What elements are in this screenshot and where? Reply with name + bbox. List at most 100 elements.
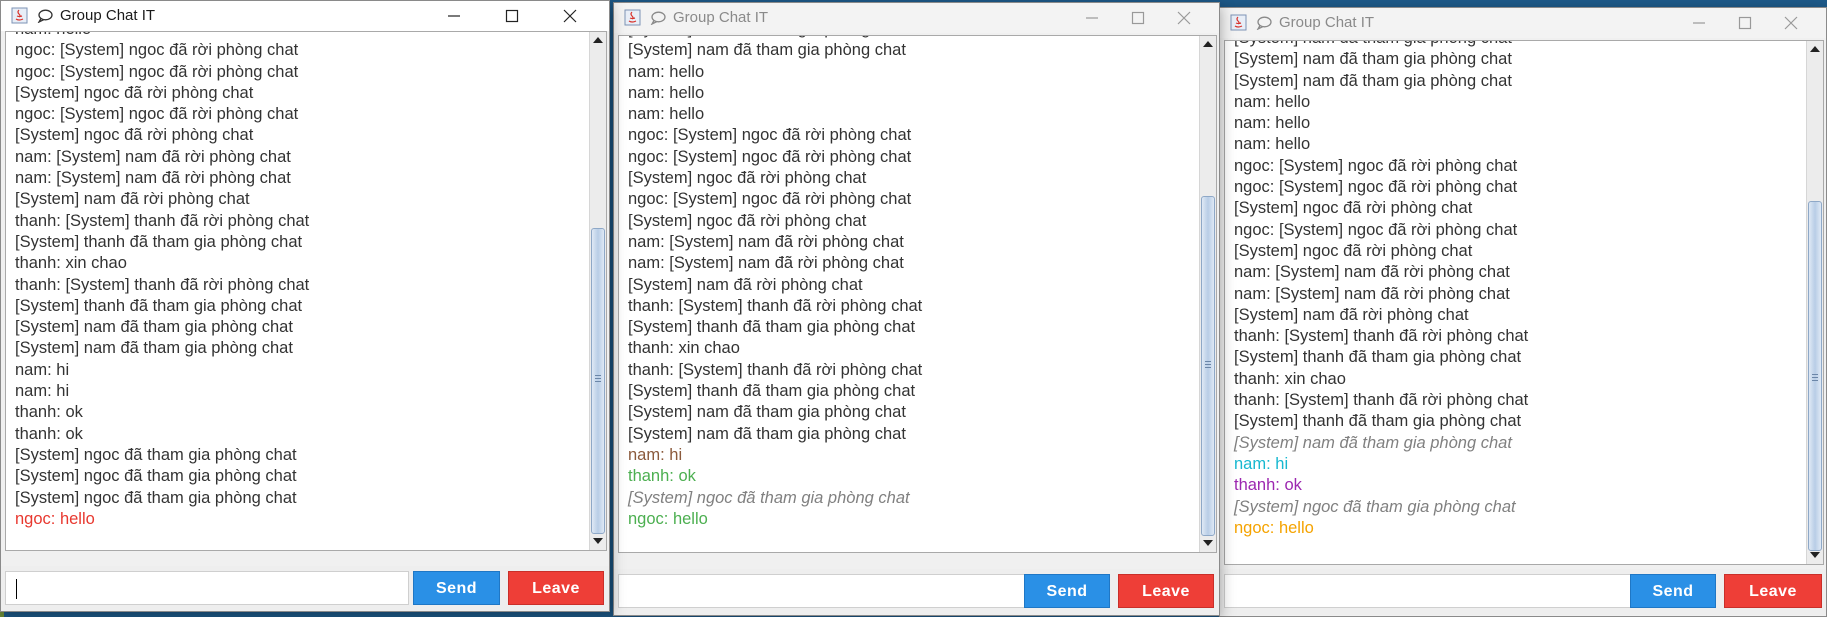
chat-message: nam: hello: [628, 62, 705, 81]
chat-message: ngoc: [System] ngoc đã rời phòng chat: [1234, 220, 1518, 239]
speech-bubble-icon: [37, 9, 53, 23]
input-bar: Send Leave: [1, 566, 609, 611]
vertical-scrollbar[interactable]: [589, 32, 606, 550]
vertical-scrollbar[interactable]: [1806, 41, 1823, 564]
chat-message: thanh: ok: [1234, 476, 1302, 495]
chat-history[interactable]: [System] nam đã tham gia phòng chat [Syst…: [1224, 40, 1824, 565]
chat-message: [System] ngoc đã rời phòng chat: [1234, 241, 1473, 260]
maximize-button[interactable]: [1722, 8, 1768, 38]
chat-history[interactable]: [System] nam đã tham gia phòng chat[Syst…: [618, 35, 1217, 553]
chat-message: ngoc: [System] ngoc đã rời phòng chat: [15, 62, 299, 81]
chat-message: [System] nam đã tham gia phòng chat: [1234, 50, 1512, 69]
title-bar[interactable]: Group Chat IT: [1220, 8, 1826, 38]
chat-message: thanh: [System] thanh đã rời phòng chat: [15, 211, 310, 230]
window-title: Group Chat IT: [1279, 14, 1375, 31]
send-button[interactable]: Send: [1024, 574, 1110, 608]
chat-history[interactable]: nam: hellongoc: [System] ngoc đã rời phò…: [5, 31, 607, 551]
text-caret: [16, 579, 17, 599]
close-icon: [1784, 16, 1798, 30]
window-title: Group Chat IT: [60, 7, 156, 24]
chat-message: nam: [System] nam đã rời phòng chat: [1234, 284, 1510, 303]
minimize-button[interactable]: [1069, 3, 1115, 33]
chat-message: thanh: xin chao: [15, 254, 127, 273]
chat-message: [System] ngoc đã rời phòng chat: [628, 211, 867, 230]
window-title: Group Chat IT: [673, 9, 769, 26]
close-icon: [1177, 11, 1191, 25]
chat-message: [System] ngoc đã rời phòng chat: [15, 126, 254, 145]
minimize-button[interactable]: [1676, 8, 1722, 38]
vertical-scrollbar[interactable]: [1199, 36, 1216, 552]
input-bar: Send Leave: [614, 569, 1219, 615]
chat-message: thanh: [System] thanh đã rời phòng chat: [628, 360, 923, 379]
arrow-up-icon: [593, 37, 603, 43]
arrow-down-icon: [1203, 540, 1213, 546]
close-button[interactable]: [1161, 3, 1207, 33]
chat-message: ngoc: [System] ngoc đã rời phòng chat: [1234, 178, 1518, 197]
chat-message: nam: [System] nam đã rời phòng chat: [15, 169, 291, 188]
scroll-thumb[interactable]: [1201, 196, 1215, 536]
scroll-down-button[interactable]: [1807, 548, 1823, 564]
java-app-icon: [1230, 14, 1247, 31]
chat-message: thanh: ok: [15, 403, 83, 422]
minimize-button[interactable]: [431, 1, 477, 31]
send-button[interactable]: Send: [413, 571, 500, 605]
message-input[interactable]: [5, 571, 409, 605]
chat-message: nam: hello: [15, 32, 309, 40]
chat-message: [System] ngoc đã rời phòng chat: [628, 169, 867, 188]
chat-message: [System] nam đã rời phòng chat: [15, 190, 250, 209]
maximize-button[interactable]: [489, 1, 535, 31]
leave-button[interactable]: Leave: [1118, 574, 1214, 608]
chat-message: [System] ngoc đã rời phòng chat: [1234, 199, 1473, 218]
chat-message: thanh: [System] thanh đã rời phòng chat: [15, 275, 310, 294]
chat-message: nam: hi: [1234, 454, 1289, 473]
chat-message: [System] nam đã tham gia phòng chat: [1234, 71, 1512, 90]
chat-window-3: Group Chat IT [System] nam đã tham gia p…: [1219, 7, 1827, 617]
chat-message: ngoc: [System] ngoc đã rời phòng chat: [628, 147, 912, 166]
maximize-button[interactable]: [1115, 3, 1161, 33]
minimize-icon: [1693, 22, 1705, 24]
scroll-grip: [1205, 364, 1211, 365]
scroll-up-button[interactable]: [1200, 36, 1216, 52]
chat-message: nam: [System] nam đã rời phòng chat: [15, 147, 291, 166]
message-input[interactable]: [1224, 574, 1636, 608]
arrow-down-icon: [1810, 552, 1820, 558]
chat-message: [System] nam đã rời phòng chat: [1234, 305, 1469, 324]
chat-message: [System] ngoc đã tham gia phòng chat: [15, 488, 297, 507]
chat-message: ngoc: [System] ngoc đã rời phòng chat: [15, 105, 299, 124]
leave-button[interactable]: Leave: [1724, 574, 1822, 608]
chat-message: nam: hello: [628, 83, 705, 102]
message-input[interactable]: [618, 574, 1030, 608]
chat-message: thanh: xin chao: [628, 339, 740, 358]
input-bar: Send Leave: [1220, 569, 1826, 615]
title-bar[interactable]: Group Chat IT: [614, 3, 1219, 33]
message-list: [System] nam đã tham gia phòng chat [Syst…: [1234, 41, 1528, 539]
close-button[interactable]: [1768, 8, 1814, 38]
close-button[interactable]: [547, 1, 593, 31]
chat-message: ngoc: [System] ngoc đã rời phòng chat: [628, 126, 912, 145]
scroll-thumb[interactable]: [591, 228, 605, 534]
scroll-up-button[interactable]: [590, 32, 606, 48]
chat-message: [System] nam đã tham gia phòng chat: [15, 339, 293, 358]
close-icon: [563, 9, 577, 23]
scroll-down-button[interactable]: [1200, 536, 1216, 552]
speech-bubble-icon: [650, 11, 666, 25]
chat-message: ngoc: hello: [1234, 518, 1314, 537]
chat-message: [System] ngoc đã rời phòng chat: [15, 83, 254, 102]
chat-message: nam: hi: [15, 360, 70, 379]
scroll-thumb[interactable]: [1808, 201, 1822, 551]
chat-message: [System] thanh đã tham gia phòng chat: [1234, 412, 1522, 431]
chat-message: thanh: ok: [628, 467, 696, 486]
minimize-icon: [448, 15, 460, 17]
title-bar[interactable]: Group Chat IT: [1, 1, 609, 31]
java-app-icon: [11, 7, 28, 24]
leave-button[interactable]: Leave: [508, 571, 604, 605]
scroll-up-button[interactable]: [1807, 41, 1823, 57]
scroll-down-button[interactable]: [590, 534, 606, 550]
scroll-grip: [595, 375, 601, 376]
chat-message: [System] thanh đã tham gia phòng chat: [1234, 348, 1522, 367]
arrow-up-icon: [1203, 41, 1213, 47]
chat-message: [System] ngoc đã tham gia phòng chat: [1234, 497, 1516, 516]
send-button[interactable]: Send: [1630, 574, 1716, 608]
chat-message: ngoc: hello: [15, 509, 95, 528]
chat-message: ngoc: [System] ngoc đã rời phòng chat: [15, 41, 299, 60]
